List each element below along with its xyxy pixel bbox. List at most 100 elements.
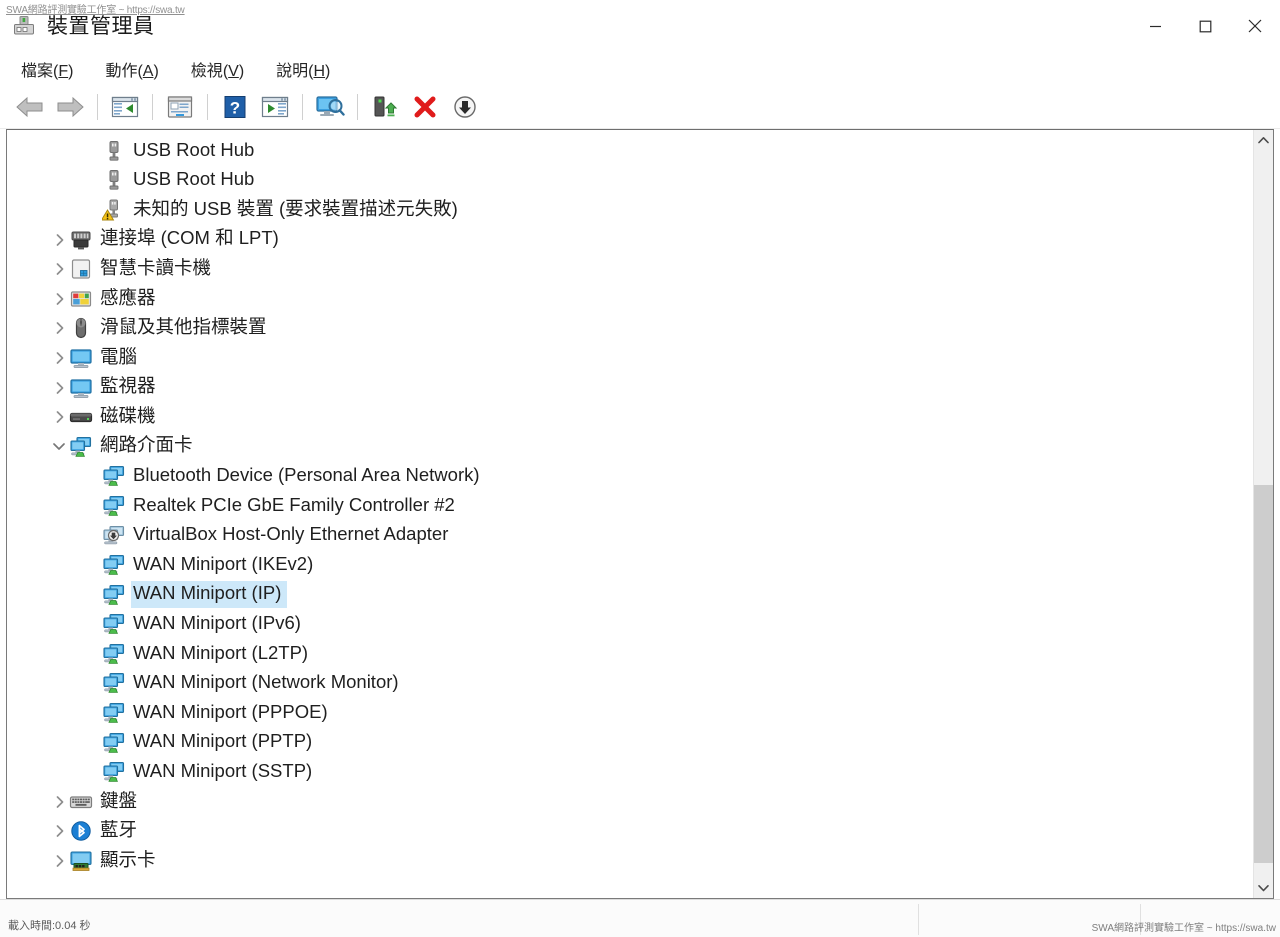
chevron-right-icon[interactable] [49, 322, 69, 335]
chevron-right-icon[interactable] [49, 411, 69, 423]
menu-file[interactable]: 檔案(F) [10, 55, 84, 83]
tree-item[interactable]: 智慧卡讀卡機 [7, 254, 1253, 284]
ports-icon [69, 229, 93, 251]
tree-item[interactable]: WAN Miniport (SSTP) [7, 757, 1253, 787]
chevron-down-icon[interactable] [49, 442, 69, 451]
tree-item[interactable]: WAN Miniport (PPTP) [7, 728, 1253, 758]
network-adapter-icon [103, 584, 125, 605]
help-question-icon: ? [224, 95, 246, 118]
tree-item[interactable]: 感應器 [7, 284, 1253, 314]
properties-button[interactable] [160, 90, 200, 124]
tree-item[interactable]: WAN Miniport (IPv6) [7, 610, 1253, 640]
bluetooth-icon [69, 820, 93, 842]
network-adapter-icon [69, 436, 93, 458]
chevron-right-icon[interactable] [49, 855, 69, 867]
tree-item[interactable]: WAN Miniport (Network Monitor) [7, 669, 1253, 699]
chevron-right-icon[interactable] [49, 263, 69, 276]
device-tree[interactable]: USB Root Hub USB Root Hub 未知的 USB 裝置 (要求裝置… [7, 136, 1253, 876]
tree-item[interactable]: 滑鼠及其他指標裝置 [7, 314, 1253, 344]
tree-item-label: WAN Miniport (PPTP) [133, 730, 313, 752]
menu-action[interactable]: 動作(A) [94, 55, 169, 83]
status-divider [918, 904, 919, 935]
status-bar: 載入時間:0.04 秒 SWA網路評測實驗工作室 ~ https://swa.t… [0, 899, 1280, 937]
tree-item[interactable]: 未知的 USB 裝置 (要求裝置描述元失敗) [7, 195, 1253, 225]
minimize-button[interactable] [1130, 0, 1180, 52]
network-adapter-icon [103, 673, 125, 694]
tree-item[interactable]: 監視器 [7, 373, 1253, 403]
chevron-right-icon[interactable] [49, 381, 69, 394]
tree-item-label: WAN Miniport (L2TP) [133, 641, 309, 663]
back-button[interactable] [10, 90, 50, 124]
tree-item[interactable]: 電腦 [7, 343, 1253, 373]
update-driver-button[interactable] [365, 90, 405, 124]
tree-item[interactable]: WAN Miniport (PPPOE) [7, 698, 1253, 728]
tree-item[interactable]: 連接埠 (COM 和 LPT) [7, 225, 1253, 255]
toolbar-separator [207, 93, 208, 120]
network-adapter-icon [102, 761, 126, 783]
network-adapter-icon [103, 495, 125, 516]
disable-down-arrow-icon [454, 95, 476, 118]
scroll-up-button[interactable] [1254, 130, 1273, 150]
network-adapter-icon [70, 436, 92, 457]
scroll-down-button[interactable] [1254, 878, 1273, 898]
usb-hub-icon [102, 169, 126, 191]
scroll-track[interactable] [1254, 150, 1273, 878]
chevron-right-icon [56, 322, 63, 335]
computer-icon [69, 347, 93, 369]
svg-text:?: ? [230, 98, 240, 117]
scroll-thumb[interactable] [1254, 484, 1273, 864]
tree-item-label: 鍵盤 [100, 789, 138, 811]
maximize-button[interactable] [1180, 0, 1230, 52]
disable-device-button[interactable] [445, 90, 485, 124]
forward-arrow-icon [57, 96, 84, 117]
chevron-right-icon [56, 796, 63, 808]
chevron-right-icon[interactable] [49, 352, 69, 364]
help-button[interactable]: ? [215, 90, 255, 124]
network-disabled-icon [103, 525, 125, 544]
device-tree-scroll-area[interactable]: USB Root Hub USB Root Hub 未知的 USB 裝置 (要求裝置… [7, 130, 1253, 898]
chevron-right-icon[interactable] [49, 825, 69, 838]
network-adapter-icon [103, 732, 125, 753]
tree-item[interactable]: 網路介面卡 [7, 432, 1253, 462]
tree-item-label: USB Root Hub [133, 138, 255, 160]
close-button[interactable] [1230, 0, 1280, 52]
tree-item[interactable]: WAN Miniport (IP) [7, 580, 1253, 610]
status-cell-tertiary: SWA網路評測實驗工作室 ~ https://swa.tw [1092, 900, 1280, 937]
tree-item[interactable]: WAN Miniport (L2TP) [7, 639, 1253, 669]
tree-item-label: WAN Miniport (PPPOE) [133, 700, 328, 722]
menu-view-accel: V [228, 62, 239, 80]
menu-help[interactable]: 說明(H) [265, 55, 341, 83]
tree-item-label: WAN Miniport (IPv6) [133, 612, 301, 634]
tree-item[interactable]: USB Root Hub [7, 136, 1253, 166]
chevron-right-icon [56, 855, 63, 867]
forward-button[interactable] [50, 90, 90, 124]
tree-item[interactable]: 鍵盤 [7, 787, 1253, 817]
tree-item[interactable]: 藍牙 [7, 817, 1253, 847]
menu-bar: 檔案(F) 動作(A) 檢視(V) 說明(H) [0, 52, 1280, 85]
uninstall-device-button[interactable] [405, 90, 445, 124]
chevron-right-icon [56, 411, 63, 423]
network-adapter-icon [102, 702, 126, 724]
usb-warning-icon [102, 199, 118, 221]
show-hide-action-pane-button[interactable] [255, 90, 295, 124]
tree-item[interactable]: Bluetooth Device (Personal Area Network) [7, 462, 1253, 492]
back-arrow-icon [16, 96, 43, 117]
status-load-time: 載入時間:0.04 秒 [8, 920, 91, 932]
chevron-right-icon [56, 263, 63, 276]
show-hide-console-tree-button[interactable] [105, 90, 145, 124]
display-adapter-icon [69, 850, 93, 872]
tree-item[interactable]: VirtualBox Host-Only Ethernet Adapter [7, 521, 1253, 551]
menu-view[interactable]: 檢視(V) [180, 55, 255, 83]
chevron-right-icon[interactable] [49, 233, 69, 246]
vertical-scrollbar[interactable] [1253, 130, 1273, 898]
chevron-right-icon[interactable] [49, 292, 69, 305]
sensor-icon [70, 291, 92, 307]
scan-for-hardware-changes-button[interactable] [310, 90, 350, 124]
tree-item[interactable]: WAN Miniport (IKEv2) [7, 550, 1253, 580]
computer-icon [70, 349, 92, 368]
tree-item[interactable]: USB Root Hub [7, 166, 1253, 196]
tree-item[interactable]: 顯示卡 [7, 846, 1253, 876]
tree-item[interactable]: Realtek PCIe GbE Family Controller #2 [7, 491, 1253, 521]
tree-item[interactable]: 磁碟機 [7, 402, 1253, 432]
chevron-right-icon[interactable] [49, 796, 69, 808]
